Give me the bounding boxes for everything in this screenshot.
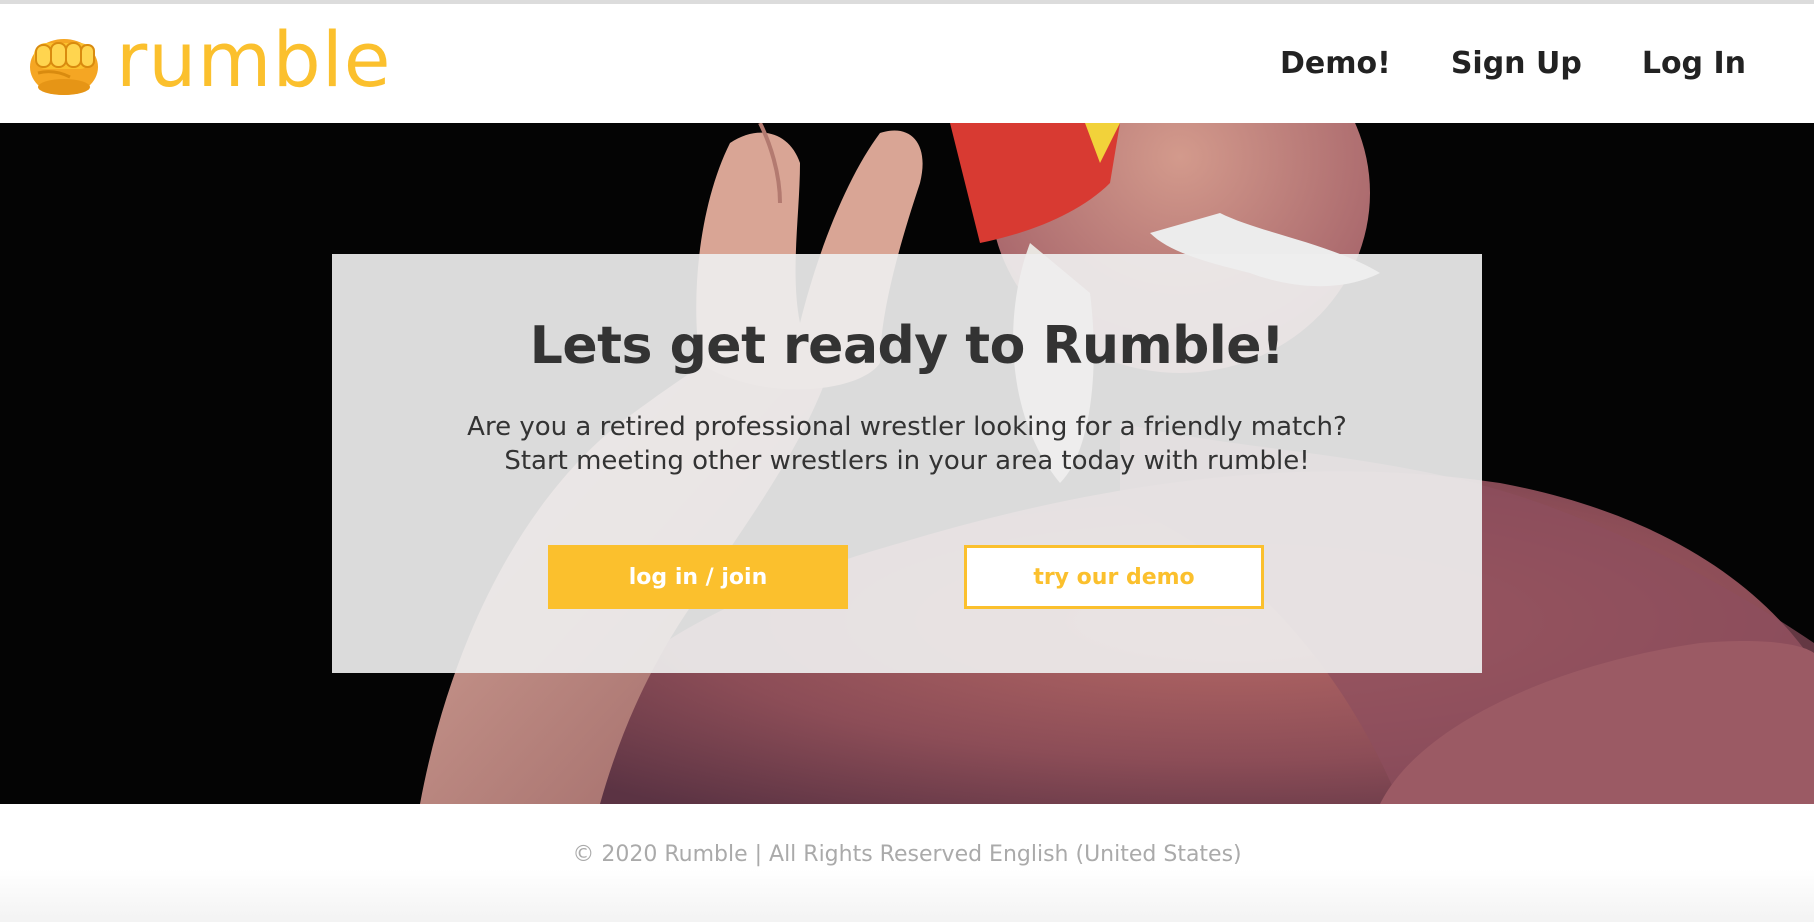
hero-line-1: Are you a retired professional wrestler …	[467, 412, 1347, 442]
brand-name: rumble	[116, 15, 392, 104]
hero-section: Lets get ready to Rumble! Are you a reti…	[0, 123, 1814, 804]
hero-buttons: log in / join try our demo	[332, 545, 1482, 609]
try-demo-button[interactable]: try our demo	[964, 545, 1264, 609]
hero-line-2: Start meeting other wrestlers in your ar…	[504, 446, 1310, 476]
fist-icon	[30, 39, 98, 95]
hero-description: Are you a retired professional wrestler …	[332, 410, 1482, 478]
hero-title: Lets get ready to Rumble!	[529, 316, 1285, 376]
main-nav: Demo! Sign Up Log In	[1220, 44, 1746, 84]
nav-sign-up[interactable]: Sign Up	[1451, 44, 1582, 84]
footer-copyright: © 2020 Rumble | All Rights Reserved Engl…	[572, 842, 1242, 867]
site-footer: © 2020 Rumble | All Rights Reserved Engl…	[0, 804, 1814, 922]
site-header: rumble Demo! Sign Up Log In	[0, 4, 1814, 123]
nav-demo[interactable]: Demo!	[1280, 44, 1391, 84]
nav-log-in[interactable]: Log In	[1642, 44, 1746, 84]
hero-panel: Lets get ready to Rumble! Are you a reti…	[332, 254, 1482, 673]
login-join-button[interactable]: log in / join	[548, 545, 848, 609]
logo-link[interactable]: rumble	[24, 15, 392, 104]
